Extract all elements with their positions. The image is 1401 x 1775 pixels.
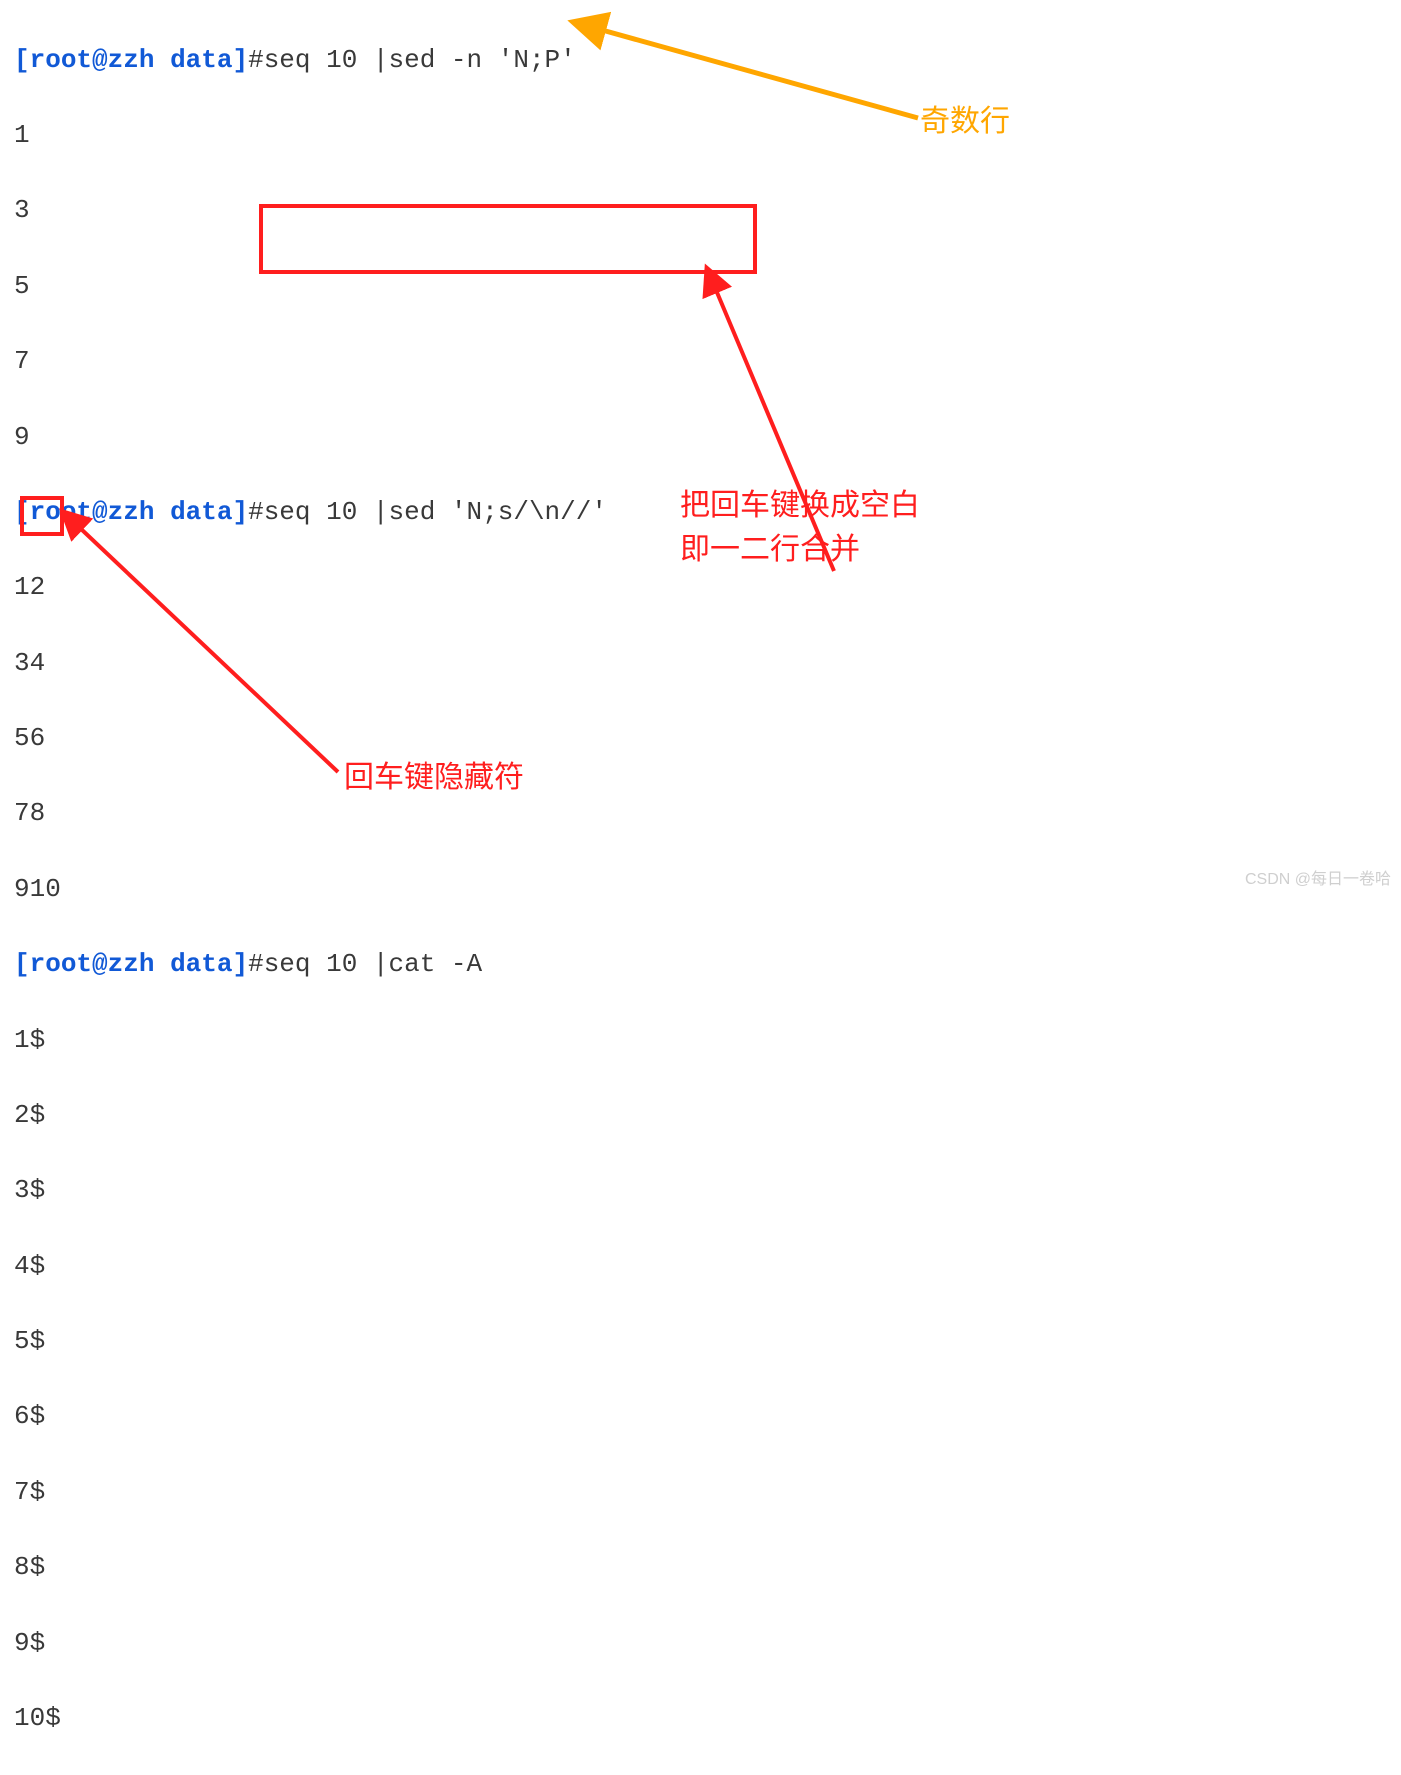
output-line: 3$ [14, 1172, 1401, 1210]
output-line: 1 [14, 117, 1401, 155]
ps1: [root@zzh data] [14, 949, 248, 979]
output-line: 6$ [14, 1398, 1401, 1436]
ps1: [root@zzh data] [14, 497, 248, 527]
output-line: 3 [14, 192, 1401, 230]
hash: # [248, 45, 264, 75]
output-line: 12 [14, 569, 1401, 607]
prompt-line-1: [root@zzh data]#seq 10 |sed -n 'N;P' [14, 42, 1401, 80]
output-line: 1$ [14, 1022, 1401, 1060]
hash: # [248, 949, 264, 979]
command-3: seq 10 |cat -A [264, 949, 482, 979]
output-line: 8$ [14, 1549, 1401, 1587]
watermark: CSDN @每日一卷哈 [1245, 868, 1391, 891]
command-2: seq 10 |sed 'N;s/\n//' [264, 497, 607, 527]
output-line: 9$ [14, 1625, 1401, 1663]
output-line: 4$ [14, 1248, 1401, 1286]
output-line: 5$ [14, 1323, 1401, 1361]
output-line: 7$ [14, 1474, 1401, 1512]
output-line: 910 [14, 871, 1401, 909]
output-line: 10$ [14, 1700, 1401, 1738]
annotation-odd-lines: 奇数行 [920, 100, 1010, 144]
output-line: 56 [14, 720, 1401, 758]
annotation-enter-hidden: 回车键隐藏符 [344, 756, 524, 800]
output-line: 9 [14, 419, 1401, 457]
terminal-output: [root@zzh data]#seq 10 |sed -n 'N;P' 1 3… [0, 0, 1401, 1775]
output-line: 78 [14, 795, 1401, 833]
annotation-merge-lines: 把回车键换成空白 即一二行合并 [680, 484, 920, 571]
output-line: 7 [14, 343, 1401, 381]
output-line: 5 [14, 268, 1401, 306]
output-line: 2$ [14, 1097, 1401, 1135]
output-line: 34 [14, 645, 1401, 683]
prompt-line-3: [root@zzh data]#seq 10 |cat -A [14, 946, 1401, 984]
command-1: seq 10 |sed -n 'N;P' [264, 45, 576, 75]
ps1: [root@zzh data] [14, 45, 248, 75]
hash: # [248, 497, 264, 527]
